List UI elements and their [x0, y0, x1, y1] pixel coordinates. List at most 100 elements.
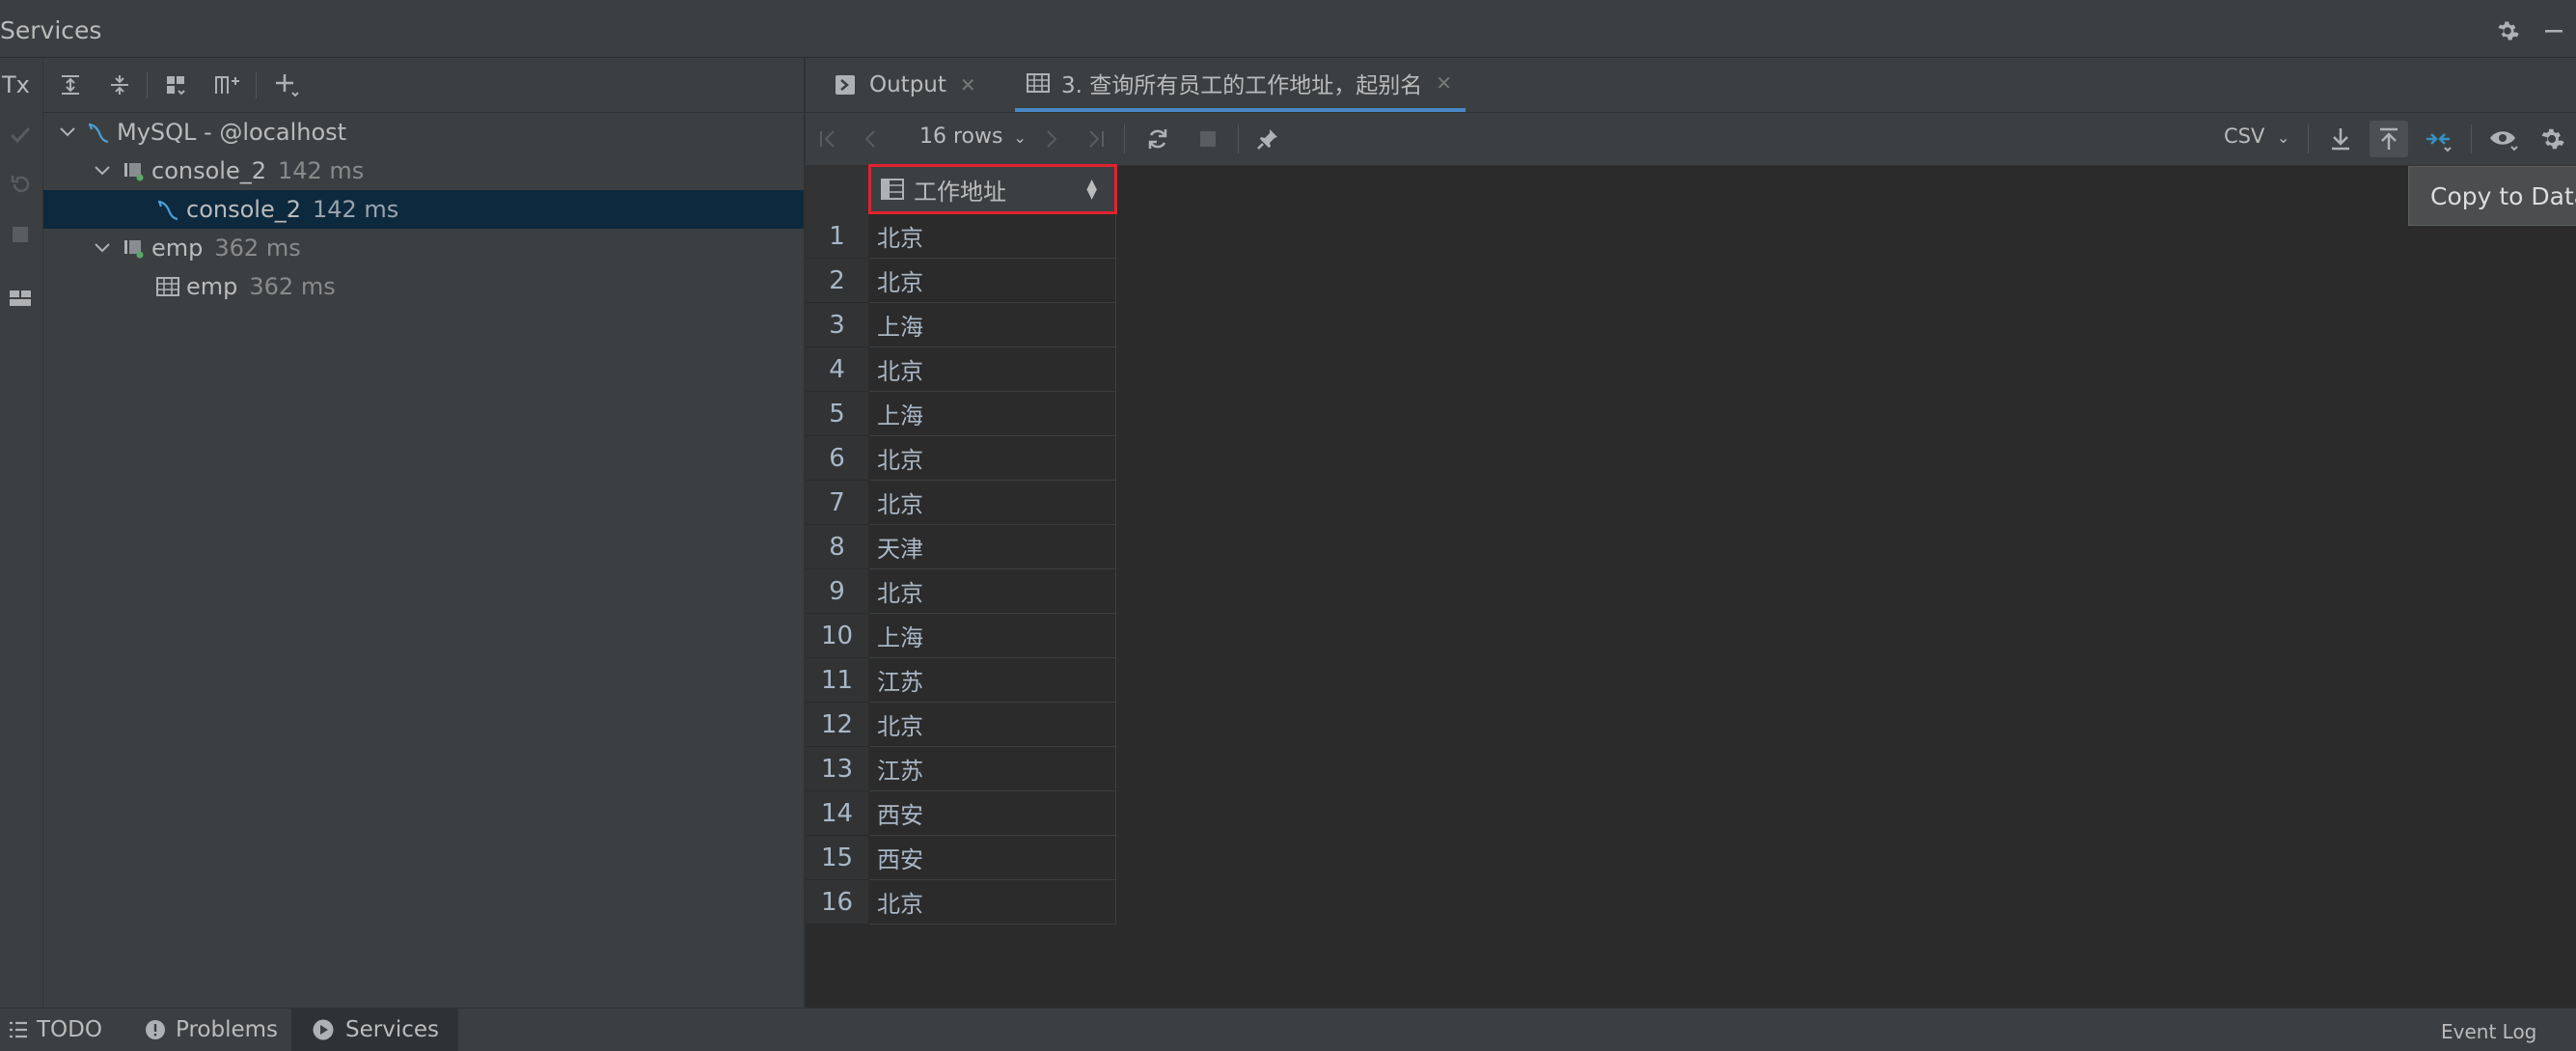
toolbar-divider [147, 71, 148, 98]
event-log-button[interactable]: Event Log [2441, 1020, 2536, 1043]
table-cell[interactable]: 北京 [869, 703, 1116, 747]
row-number[interactable]: 15 [806, 836, 868, 880]
mysql-dolphin-icon [151, 190, 184, 229]
row-number[interactable]: 2 [806, 259, 868, 303]
row-number[interactable]: 11 [806, 658, 868, 703]
row-number[interactable]: 10 [806, 614, 868, 658]
row-number[interactable]: 1 [806, 214, 868, 259]
tab-query-result[interactable]: 3. 查询所有员工的工作地址，起别名 ✕ [1015, 58, 1466, 112]
group-by-icon[interactable] [159, 68, 194, 102]
tab-output[interactable]: Output ✕ [833, 58, 976, 112]
chevron-down-icon[interactable] [88, 229, 117, 267]
transaction-toolbar: Tx [0, 58, 43, 1008]
vertical-scrollbar[interactable] [2562, 166, 2576, 899]
settings-gear-icon[interactable] [2535, 123, 2569, 155]
table-cell[interactable]: 北京 [869, 259, 1116, 303]
table-cell[interactable]: 上海 [869, 392, 1116, 436]
chevron-down-icon[interactable] [88, 152, 117, 190]
table-cell[interactable]: 江苏 [869, 658, 1116, 703]
table-cell[interactable]: 西安 [869, 836, 1116, 880]
download-icon[interactable] [2324, 123, 2357, 155]
row-number[interactable]: 14 [806, 791, 868, 836]
tree-item-label: MySQL - @localhost [117, 119, 347, 146]
table-cell[interactable]: 北京 [869, 481, 1116, 525]
previous-page-icon[interactable] [856, 123, 885, 155]
services-label: Services [345, 1017, 439, 1042]
stop-icon[interactable] [1192, 123, 1224, 155]
rows-count-label: 16 rows [919, 124, 1003, 149]
expand-all-icon[interactable] [53, 68, 88, 102]
minimize-icon[interactable] [2537, 14, 2570, 47]
toolbar-divider [1124, 124, 1125, 153]
first-page-icon[interactable] [813, 123, 842, 155]
table-cell[interactable]: 天津 [869, 525, 1116, 569]
row-number[interactable]: 3 [806, 303, 868, 347]
row-number[interactable]: 4 [806, 347, 868, 392]
pin-icon[interactable] [1251, 123, 1284, 155]
console-output-icon [833, 72, 858, 97]
services-tool-button[interactable]: Services [291, 1009, 458, 1051]
view-icon[interactable] [2484, 123, 2523, 155]
page-size-dropdown[interactable]: 16 rows ⌄ [919, 124, 1027, 149]
add-icon[interactable] [267, 68, 306, 102]
tx-mode-dropdown[interactable]: Tx [2, 71, 30, 98]
tree-item-console[interactable]: console_2 142 ms [43, 190, 912, 229]
table-cell[interactable]: 西安 [869, 791, 1116, 836]
problems-tool-button[interactable]: Problems [143, 1009, 278, 1051]
services-tree: MySQL - @localhost console_2 142 ms cons… [43, 113, 912, 1008]
chevron-down-icon: ⌄ [2277, 128, 2290, 147]
row-number[interactable]: 16 [806, 880, 868, 925]
layout-icon[interactable] [4, 282, 37, 315]
row-number[interactable]: 5 [806, 392, 868, 436]
tree-item-emp-table[interactable]: emp 362 ms [43, 267, 912, 306]
table-cell[interactable]: 北京 [869, 880, 1116, 925]
table-cell[interactable]: 上海 [869, 303, 1116, 347]
tree-item-mysql[interactable]: MySQL - @localhost [43, 113, 813, 152]
tree-item-console-session[interactable]: console_2 142 ms [43, 152, 848, 190]
rollback-icon[interactable] [4, 168, 37, 201]
toolbar-divider [2308, 124, 2309, 153]
info-icon [143, 1017, 168, 1042]
commit-check-icon[interactable] [4, 118, 37, 151]
tooltip-text: Copy to Data [2430, 181, 2576, 210]
row-number[interactable]: 7 [806, 481, 868, 525]
tooltip: Copy to Data [2408, 166, 2576, 226]
close-icon[interactable]: ✕ [1436, 71, 1452, 95]
table-cell[interactable]: 上海 [869, 614, 1116, 658]
column-header-label: 工作地址 [914, 178, 1006, 206]
row-number[interactable]: 13 [806, 747, 868, 791]
table-cell[interactable]: 北京 [869, 569, 1116, 614]
gear-icon[interactable] [2491, 14, 2524, 47]
todo-tool-button[interactable]: TODO [6, 1009, 102, 1051]
export-format-dropdown[interactable]: CSV ⌄ [2224, 124, 2289, 148]
next-page-icon[interactable] [1037, 123, 1066, 155]
row-number[interactable]: 12 [806, 703, 868, 747]
close-icon[interactable]: ✕ [960, 73, 976, 97]
toolbar-divider [2471, 124, 2472, 153]
table-cell[interactable]: 江苏 [869, 747, 1116, 791]
collapse-all-icon[interactable] [102, 68, 137, 102]
row-number[interactable]: 9 [806, 569, 868, 614]
table-cell[interactable]: 北京 [869, 347, 1116, 392]
table-icon [1025, 70, 1052, 96]
tree-item-emp-session[interactable]: emp 362 ms [43, 229, 848, 267]
tree-item-label: emp [151, 235, 204, 262]
stop-icon[interactable] [4, 218, 37, 251]
table-cell[interactable]: 北京 [869, 214, 1116, 259]
tree-item-label: console_2 [151, 157, 266, 184]
sort-icon[interactable]: ▲ ▼ [1086, 178, 1097, 201]
compare-icon[interactable] [2419, 123, 2457, 155]
new-tab-icon[interactable] [209, 68, 244, 102]
row-number[interactable]: 6 [806, 436, 868, 481]
refresh-icon[interactable] [1141, 123, 1174, 155]
panel-title: Services [0, 16, 102, 44]
session-icon [117, 229, 150, 267]
upload-icon[interactable] [2370, 121, 2408, 157]
grid-corner [806, 166, 868, 214]
chevron-down-icon[interactable] [53, 113, 82, 152]
row-number[interactable]: 8 [806, 525, 868, 569]
toolbar-divider [256, 71, 257, 98]
column-header[interactable]: 工作地址 ▲ ▼ [868, 164, 1117, 214]
table-cell[interactable]: 北京 [869, 436, 1116, 481]
last-page-icon[interactable] [1082, 123, 1110, 155]
